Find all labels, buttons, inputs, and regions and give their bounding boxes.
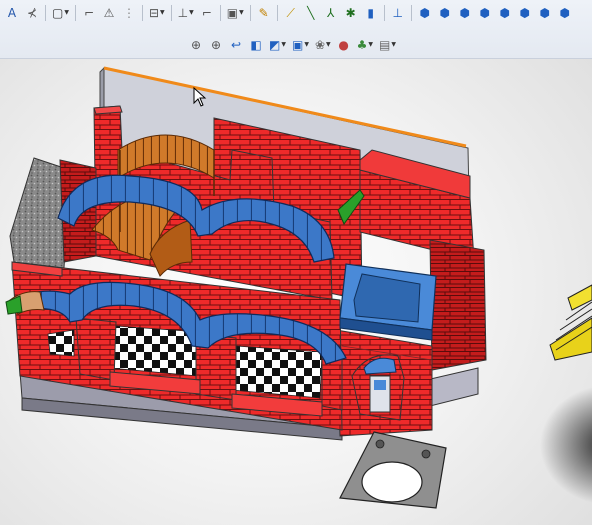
zoom-to-area-button[interactable]: ⊕ — [207, 36, 225, 54]
offset-entities-icon: ▢ — [52, 6, 64, 20]
display-style-icon: ▣ — [291, 38, 304, 52]
dropdown-arrow-icon[interactable]: ▼ — [160, 4, 165, 22]
section-view-button[interactable]: ◧ — [247, 36, 265, 54]
view-left-icon: ⬢ — [459, 6, 470, 20]
coordinate-system-icon: ⊥ — [392, 6, 403, 20]
green-ledge[interactable] — [5, 295, 23, 315]
dropdown-arrow-icon[interactable]: ▼ — [368, 36, 373, 54]
edit-appearance-icon: ● — [338, 38, 349, 52]
zoom-to-fit-icon: ⊕ — [190, 38, 202, 52]
rotate-entities-button[interactable]: ⌐ — [198, 4, 216, 22]
move-entities-button[interactable]: ⊥ ▼ — [176, 4, 196, 22]
offset-entities-button[interactable]: ▢ ▼ — [50, 4, 71, 22]
view-settings-button[interactable]: ▤ ▼ — [377, 36, 398, 54]
dropdown-arrow-icon[interactable]: ▼ — [391, 36, 396, 54]
view-back-button[interactable]: ⬢ — [436, 4, 454, 22]
view-front-button[interactable]: ⬢ — [416, 4, 434, 22]
line-button[interactable]: ╲ — [302, 4, 320, 22]
apply-scene-icon: ♣ — [356, 38, 368, 52]
apply-scene-button[interactable]: ♣ ▼ — [355, 36, 375, 54]
previous-view-button[interactable]: ↩ — [227, 36, 245, 54]
instant-2d-button[interactable]: ✎ — [255, 4, 273, 22]
dropdown-arrow-icon[interactable]: ▼ — [281, 36, 286, 54]
view-isometric-button[interactable]: ⬢ — [536, 4, 554, 22]
view-bottom-icon: ⬢ — [519, 6, 530, 20]
ash-pit-plate[interactable] — [339, 431, 447, 509]
instant-2d-icon: ✎ — [258, 6, 269, 20]
toolbar-separator — [74, 5, 76, 21]
grid-snap-icon: ⋮ — [122, 6, 135, 20]
rotate-entities-icon: ⌐ — [201, 6, 212, 20]
section-view-icon: ◧ — [250, 38, 262, 52]
mirror-entities-icon: ⊀ — [26, 6, 38, 20]
toolbar-separator — [219, 5, 221, 21]
move-entities-icon: ⊥ — [177, 6, 189, 20]
view-bottom-button[interactable]: ⬢ — [516, 4, 534, 22]
plane-icon: ▮ — [367, 6, 374, 20]
shadow-blob — [540, 387, 592, 503]
view-left-button[interactable]: ⬢ — [456, 4, 474, 22]
toolbar-separator — [276, 5, 278, 21]
view-right-button[interactable]: ⬢ — [476, 4, 494, 22]
view-top-button[interactable]: ⬢ — [496, 4, 514, 22]
previous-view-icon: ↩ — [230, 38, 242, 52]
toolbar-separator — [383, 5, 385, 21]
view-trimetric-button[interactable]: ⬢ — [556, 4, 574, 22]
spline-icon: ⅄ — [327, 6, 335, 20]
display-style-button[interactable]: ▣ ▼ — [290, 36, 311, 54]
hide-show-items-button[interactable]: ❀ ▼ — [313, 36, 333, 54]
point-button[interactable]: ✱ — [342, 4, 360, 22]
view-toolbar-row: ⊕ ⊕ ↩ ◧ ◩ ▼ ▣ ▼ ❀ ▼ ● ♣ ▼ ▤ ▼ — [186, 34, 399, 56]
toolbar-separator — [249, 5, 251, 21]
rapid-sketch-icon: ▣ — [226, 6, 239, 20]
point-icon: ✱ — [345, 6, 356, 20]
view-trimetric-icon: ⬢ — [559, 6, 570, 20]
toolbar-separator — [141, 5, 143, 21]
rapid-sketch-button[interactable]: ▣ ▼ — [225, 4, 246, 22]
checker-floor-right — [231, 345, 323, 399]
toolbar-area: A ⊀ ▢ ▼ ⌐ ⚠ ⋮ ⊟ ▼ ⊥ ▼ ⌐ ▣ ▼ ✎ ⟋ ╲ ⅄ ✱ ▮ ⊥ ⬢ ⬢ ⬢ ⬢ ⬢ ⬢ ⬢ ⬢ ⊕ ⊕ ↩ ◧ ◩ ▼ ▣ ▼ ❀ ▼… — [0, 0, 592, 59]
zoom-to-fit-button[interactable]: ⊕ — [187, 36, 205, 54]
blue-cavity-box[interactable] — [339, 263, 437, 341]
view-front-icon: ⬢ — [419, 6, 430, 20]
toolbar-separator — [45, 5, 46, 21]
convert-entities-icon: ⌐ — [83, 6, 94, 20]
plane-button[interactable]: ▮ — [362, 4, 380, 22]
toolbar-separator — [170, 5, 172, 21]
sketch-toolbar-row: A ⊀ ▢ ▼ ⌐ ⚠ ⋮ ⊟ ▼ ⊥ ▼ ⌐ ▣ ▼ ✎ ⟋ ╲ ⅄ ✱ ▮ ⊥ ⬢ ⬢ ⬢ ⬢ ⬢ ⬢ ⬢ ⬢ — [2, 2, 575, 24]
coordinate-system-button[interactable]: ⊥ — [389, 4, 407, 22]
dimension-icon: ⊟ — [148, 6, 160, 20]
convert-entities-button[interactable]: ⌐ — [80, 4, 98, 22]
hide-show-items-icon: ❀ — [314, 38, 325, 52]
dimension-button[interactable]: ⊟ ▼ — [147, 4, 167, 22]
sketch-text-button[interactable]: A — [3, 4, 21, 22]
weld-bead-icon: ⟋ — [286, 6, 295, 20]
view-orientation-icon: ◩ — [269, 38, 281, 52]
line-icon: ╲ — [307, 6, 315, 20]
weld-bead-button[interactable]: ⟋ — [282, 4, 300, 22]
view-right-icon: ⬢ — [479, 6, 490, 20]
dropdown-arrow-icon[interactable]: ▼ — [326, 36, 331, 54]
view-orientation-button[interactable]: ◩ ▼ — [267, 36, 288, 54]
zoom-to-area-icon: ⊕ — [210, 38, 222, 52]
dropdown-arrow-icon[interactable]: ▼ — [189, 4, 194, 22]
yellow-part[interactable] — [549, 284, 592, 361]
view-settings-icon: ▤ — [379, 38, 391, 52]
view-top-icon: ⬢ — [499, 6, 510, 20]
dropdown-arrow-icon[interactable]: ▼ — [239, 4, 244, 22]
spline-button[interactable]: ⅄ — [322, 4, 340, 22]
checker-floor-left — [47, 329, 75, 357]
view-back-icon: ⬢ — [439, 6, 450, 20]
relations-button[interactable]: ⚠ — [100, 4, 118, 22]
edit-appearance-button[interactable]: ● — [335, 36, 353, 54]
mirror-entities-button[interactable]: ⊀ — [23, 4, 41, 22]
graphics-viewport[interactable] — [0, 58, 592, 525]
grid-snap-button[interactable]: ⋮ — [120, 4, 138, 22]
relations-icon: ⚠ — [103, 6, 115, 20]
dropdown-arrow-icon[interactable]: ▼ — [64, 4, 69, 22]
view-isometric-icon: ⬢ — [539, 6, 550, 20]
dropdown-arrow-icon[interactable]: ▼ — [304, 36, 309, 54]
toolbar-separator — [410, 5, 412, 21]
sketch-text-icon: A — [7, 6, 17, 20]
